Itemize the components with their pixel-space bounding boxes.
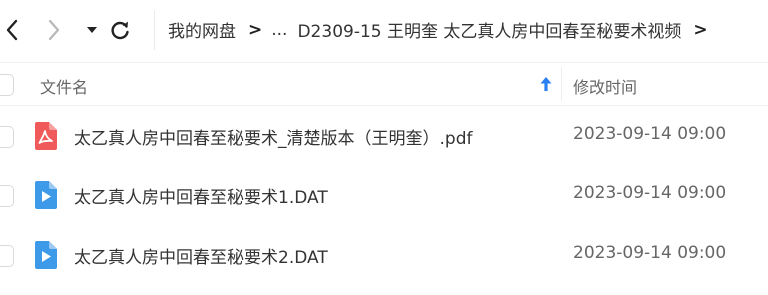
toolbar-divider xyxy=(154,10,155,50)
video-file-icon xyxy=(35,241,57,269)
column-divider[interactable] xyxy=(561,67,562,101)
pdf-file-icon xyxy=(35,122,57,150)
file-name[interactable]: 太乙真人房中回春至秘要术2.DAT xyxy=(74,243,328,268)
caret-down-icon xyxy=(87,27,97,33)
back-button[interactable] xyxy=(0,18,24,42)
file-name[interactable]: 太乙真人房中回春至秘要术1.DAT xyxy=(74,183,328,208)
breadcrumb: 我的网盘 > ... D2309-15 王明奎 太乙真人房中回春至秘要术视频 > xyxy=(168,17,717,43)
toolbar: 我的网盘 > ... D2309-15 王明奎 太乙真人房中回春至秘要术视频 > xyxy=(0,0,768,60)
column-header-name[interactable]: 文件名 xyxy=(40,74,88,98)
column-header-modified-time[interactable]: 修改时间 xyxy=(573,74,637,98)
breadcrumb-separator: > xyxy=(248,19,263,40)
file-modified-time: 2023-09-14 09:00 xyxy=(573,124,727,144)
refresh-icon xyxy=(111,21,129,40)
chevron-left-icon xyxy=(6,19,18,41)
file-modified-time: 2023-09-14 09:00 xyxy=(573,243,727,263)
arrow-up-icon[interactable] xyxy=(538,75,554,93)
breadcrumb-item-ellipsis[interactable]: ... xyxy=(271,20,287,40)
file-modified-time: 2023-09-14 09:00 xyxy=(573,183,727,203)
refresh-button[interactable] xyxy=(108,18,132,42)
table-row[interactable]: 太乙真人房中回春至秘要术1.DAT 2023-09-14 09:00 xyxy=(0,166,768,224)
forward-button[interactable] xyxy=(42,18,66,42)
row-checkbox[interactable] xyxy=(0,185,14,207)
select-all-checkbox[interactable] xyxy=(0,74,14,96)
row-checkbox[interactable] xyxy=(0,126,14,148)
chevron-right-icon xyxy=(48,19,60,41)
video-file-icon xyxy=(35,181,57,209)
table-header: 文件名 修改时间 xyxy=(0,62,768,106)
history-dropdown-button[interactable] xyxy=(80,18,104,42)
row-checkbox[interactable] xyxy=(0,245,14,267)
table-row[interactable]: 太乙真人房中回春至秘要术_清楚版本（王明奎）.pdf 2023-09-14 09… xyxy=(0,107,768,165)
breadcrumb-item-current[interactable]: D2309-15 王明奎 太乙真人房中回春至秘要术视频 xyxy=(297,17,681,42)
breadcrumb-separator: > xyxy=(693,19,708,40)
table-row[interactable]: 太乙真人房中回春至秘要术2.DAT 2023-09-14 09:00 xyxy=(0,226,768,284)
breadcrumb-item-root[interactable]: 我的网盘 xyxy=(168,17,236,42)
file-name[interactable]: 太乙真人房中回春至秘要术_清楚版本（王明奎）.pdf xyxy=(74,124,472,149)
